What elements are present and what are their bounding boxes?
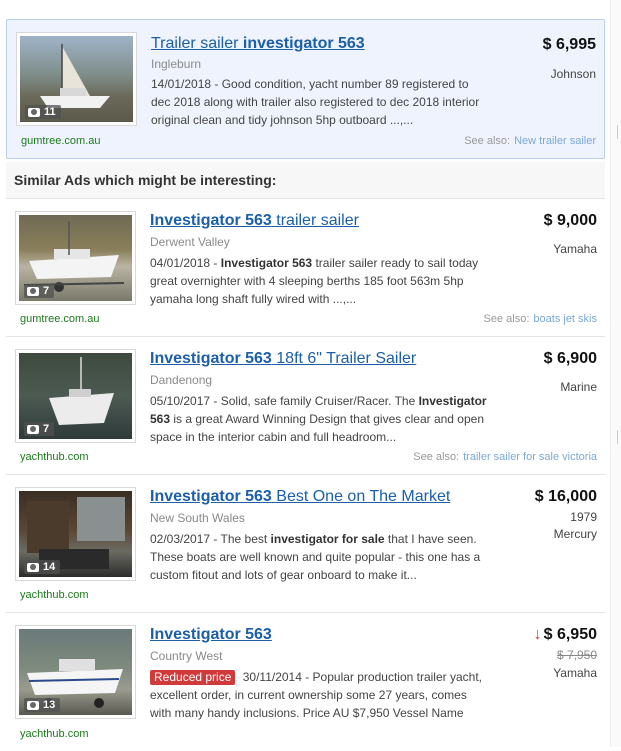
results-list: 11 Trailer sailer investigator 563 Ingle… bbox=[6, 19, 605, 751]
camera-icon bbox=[28, 107, 40, 117]
listing-location: Country West bbox=[150, 649, 223, 663]
scrollbar-mark bbox=[617, 125, 618, 139]
listing-price: ↓ $ 6,950 $ 7,950 bbox=[533, 626, 597, 662]
listing-meta: Yamaha bbox=[553, 666, 597, 680]
listing-price: $ 9,000 bbox=[543, 212, 597, 229]
listing-card[interactable]: 7 Investigator 563 18ft 6" Trailer Saile… bbox=[6, 337, 605, 475]
listing-location: Dandenong bbox=[150, 373, 213, 387]
listing-location: New South Wales bbox=[150, 511, 245, 525]
see-also-link[interactable]: boats jet skis bbox=[533, 313, 597, 325]
listing-source[interactable]: gumtree.com.au bbox=[21, 135, 100, 147]
listing-source[interactable]: yachthub.com bbox=[20, 589, 88, 601]
price-down-arrow-icon: ↓ bbox=[533, 626, 542, 643]
boat-photo: 13 bbox=[19, 629, 132, 715]
scrollbar[interactable] bbox=[610, 0, 621, 747]
listing-card[interactable]: 7 Investigator 563 trailer sailer Derwen… bbox=[6, 199, 605, 337]
listing-location: Derwent Valley bbox=[150, 235, 230, 249]
listing-description: Reduced price 30/11/2014 - Popular produ… bbox=[150, 670, 482, 720]
listing-engine: Johnson bbox=[550, 67, 596, 81]
listing-source[interactable]: yachthub.com bbox=[20, 451, 88, 463]
old-price: $ 7,950 bbox=[556, 648, 597, 662]
scrollbar-mark bbox=[617, 430, 618, 444]
listing-thumbnail[interactable]: 7 bbox=[15, 349, 136, 443]
boat-photo: 7 bbox=[19, 215, 132, 301]
listing-description: 02/03/2017 - The best investigator for s… bbox=[150, 532, 481, 582]
camera-icon bbox=[27, 286, 39, 296]
section-header: Similar Ads which might be interesting: bbox=[6, 162, 605, 199]
listing-thumbnail[interactable]: 14 bbox=[15, 487, 136, 581]
camera-icon bbox=[27, 700, 39, 710]
boat-photo: 7 bbox=[19, 353, 132, 439]
listing-source[interactable]: yachthub.com bbox=[20, 728, 88, 740]
listing-title-link[interactable]: Investigator 563 bbox=[150, 626, 272, 644]
photo-count-badge: 13 bbox=[24, 698, 61, 712]
listing-meta: Marine bbox=[560, 380, 597, 394]
listing-price: $ 6,900 bbox=[543, 350, 597, 367]
listing-title-link[interactable]: Trailer sailer investigator 563 bbox=[151, 35, 365, 53]
boat-photo: 11 bbox=[20, 36, 133, 122]
photo-count-badge: 11 bbox=[25, 105, 61, 119]
see-also-link[interactable]: New trailer sailer bbox=[514, 135, 596, 147]
listing-description: 04/01/2018 - Investigator 563 trailer sa… bbox=[150, 256, 479, 306]
listing-thumbnail[interactable]: 11 bbox=[16, 32, 137, 126]
listing-title-link[interactable]: Investigator 563 Best One on The Market bbox=[150, 488, 450, 506]
featured-listing[interactable]: 11 Trailer sailer investigator 563 Ingle… bbox=[6, 19, 605, 159]
see-also-link[interactable]: trailer sailer for sale victoria bbox=[463, 451, 597, 463]
camera-icon bbox=[27, 562, 39, 572]
listing-meta: 1979 Mercury bbox=[553, 510, 597, 541]
photo-count-badge: 14 bbox=[24, 560, 61, 574]
listing-source[interactable]: gumtree.com.au bbox=[20, 313, 99, 325]
photo-count-badge: 7 bbox=[24, 284, 55, 298]
listing-title-link[interactable]: Investigator 563 18ft 6" Trailer Sailer bbox=[150, 350, 416, 368]
see-also: See also: New trailer sailer bbox=[464, 135, 596, 147]
listing-card[interactable]: 13 Investigator 563 Country West Reduced… bbox=[6, 613, 605, 751]
see-also: See also: boats jet skis bbox=[483, 313, 597, 325]
listing-description: 14/01/2018 - Good condition, yacht numbe… bbox=[151, 77, 480, 127]
listing-thumbnail[interactable]: 13 bbox=[15, 625, 136, 719]
listing-card[interactable]: 14 Investigator 563 Best One on The Mark… bbox=[6, 475, 605, 613]
listing-price: $ 16,000 bbox=[534, 488, 597, 505]
listing-price: $ 6,995 bbox=[542, 36, 596, 53]
camera-icon bbox=[27, 424, 39, 434]
see-also: See also: trailer sailer for sale victori… bbox=[413, 451, 597, 463]
listing-title-link[interactable]: Investigator 563 trailer sailer bbox=[150, 212, 359, 230]
boat-photo: 14 bbox=[19, 491, 132, 577]
listing-description: 05/10/2017 - Solid, safe family Cruiser/… bbox=[150, 394, 487, 444]
listing-location: Ingleburn bbox=[151, 57, 202, 71]
listing-thumbnail[interactable]: 7 bbox=[15, 211, 136, 305]
reduced-price-badge: Reduced price bbox=[150, 670, 236, 685]
listing-meta: Yamaha bbox=[553, 242, 597, 256]
photo-count-badge: 7 bbox=[24, 422, 55, 436]
